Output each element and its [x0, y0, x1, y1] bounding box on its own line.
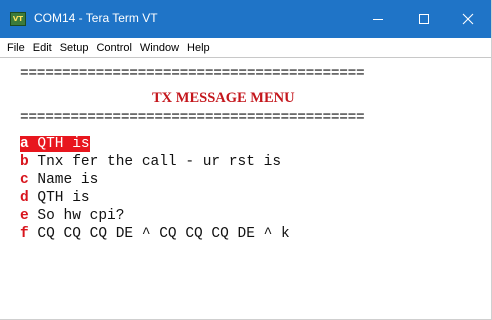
menu-bar: File Edit Setup Control Window Help	[0, 38, 491, 58]
option-key: a	[20, 136, 29, 152]
menu-control[interactable]: Control	[92, 40, 135, 56]
option-text: So hw cpi?	[28, 208, 125, 224]
option-key: e	[20, 208, 29, 224]
terminal-screen[interactable]: ========================================…	[20, 64, 480, 314]
menu-option-b[interactable]: b Tnx fer the call - ur rst is	[20, 154, 281, 170]
close-icon	[462, 13, 474, 25]
app-icon-label: VT	[12, 14, 24, 23]
menu-file[interactable]: File	[3, 40, 29, 56]
option-text: CQ CQ CQ DE ^ CQ CQ CQ DE ^ k	[28, 226, 290, 242]
option-key: c	[20, 172, 29, 188]
menu-option-e[interactable]: e So hw cpi?	[20, 208, 124, 224]
option-text: Tnx fer the call - ur rst is	[28, 154, 282, 170]
close-button[interactable]	[445, 0, 491, 38]
menu-option-a[interactable]: a QTH is	[20, 136, 90, 152]
menu-option-c[interactable]: c Name is	[20, 172, 98, 188]
maximize-button[interactable]	[401, 0, 447, 38]
teraterm-window: VT COM14 - Tera Term VT File Edit Setup …	[0, 0, 492, 320]
option-text: QTH is	[28, 190, 90, 206]
window-title: COM14 - Tera Term VT	[34, 11, 158, 25]
menu-option-f[interactable]: f CQ CQ CQ DE ^ CQ CQ CQ DE ^ k	[20, 226, 290, 242]
maximize-icon	[419, 14, 429, 24]
menu-heading: TX MESSAGE MENU	[152, 90, 295, 106]
option-key: d	[20, 190, 29, 206]
teraterm-app-icon[interactable]: VT	[10, 12, 26, 26]
separator-bottom: ========================================…	[20, 110, 365, 126]
menu-setup[interactable]: Setup	[56, 40, 93, 56]
option-key: b	[20, 154, 29, 170]
minimize-button[interactable]	[355, 0, 401, 38]
menu-help[interactable]: Help	[183, 40, 214, 56]
menu-window[interactable]: Window	[136, 40, 183, 56]
vertical-scrollbar[interactable]	[486, 59, 491, 319]
title-bar[interactable]: VT COM14 - Tera Term VT	[0, 0, 491, 38]
option-text: QTH is	[28, 136, 90, 152]
menu-option-d[interactable]: d QTH is	[20, 190, 90, 206]
minimize-icon	[373, 19, 383, 20]
separator-top: ========================================…	[20, 66, 365, 82]
option-key: f	[20, 226, 29, 242]
menu-edit[interactable]: Edit	[29, 40, 56, 56]
option-text: Name is	[28, 172, 99, 188]
